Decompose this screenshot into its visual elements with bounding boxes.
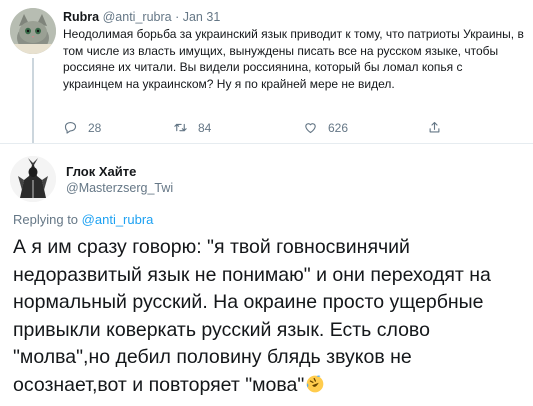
share-icon (429, 121, 440, 133)
parent-tweet[interactable]: Rubra @anti_rubra · Jan 31 Неодолимая бо… (0, 0, 533, 144)
reply-button[interactable]: 28 (63, 120, 101, 135)
replying-to: Replying to @anti_rubra (13, 212, 153, 227)
reply-author-handle[interactable]: @Masterzserg_Twi (66, 181, 173, 195)
parent-tweet-content: Rubra @anti_rubra · Jan 31 Неодолимая бо… (63, 9, 525, 92)
tweet-actions: 28 84 626 (63, 120, 483, 136)
replying-to-link[interactable]: @anti_rubra (82, 212, 154, 227)
author-name[interactable]: Rubra (63, 10, 99, 24)
retweet-icon (174, 123, 187, 132)
heart-icon (305, 123, 316, 134)
avatar[interactable] (10, 156, 56, 202)
retweet-button[interactable]: 84 (173, 120, 211, 135)
avatar[interactable] (10, 8, 56, 54)
reply-count: 28 (88, 120, 102, 135)
tweet-text: Неодолимая борьба за украинский язык при… (63, 27, 524, 91)
reply-icon (64, 121, 77, 134)
cat-avatar-image (10, 8, 56, 54)
like-button[interactable]: 626 (303, 120, 348, 135)
reply-tweet-header: Глок Хайте @Masterzserg_Twi (0, 146, 533, 206)
author-handle[interactable]: @anti_rubra (103, 10, 172, 24)
reply-tweet-text: А я им сразу говорю: "я твой говносвиняч… (13, 234, 528, 399)
knight-avatar-image (10, 156, 56, 202)
reply-author-name[interactable]: Глок Хайте (66, 164, 136, 179)
like-count: 626 (328, 120, 349, 135)
meta-separator: · (175, 10, 180, 24)
tweet-date[interactable]: Jan 31 (183, 10, 221, 24)
reply-text: А я им сразу говорю: "я твой говносвиняч… (13, 236, 491, 396)
rolling-on-floor-laughing-emoji-icon (306, 374, 324, 392)
thread-connector-line (32, 58, 34, 143)
replying-to-prefix: Replying to (13, 212, 79, 227)
tweet-meta: Rubra @anti_rubra · Jan 31 (63, 9, 525, 25)
share-button[interactable] (427, 120, 452, 135)
retweet-count: 84 (198, 120, 212, 135)
